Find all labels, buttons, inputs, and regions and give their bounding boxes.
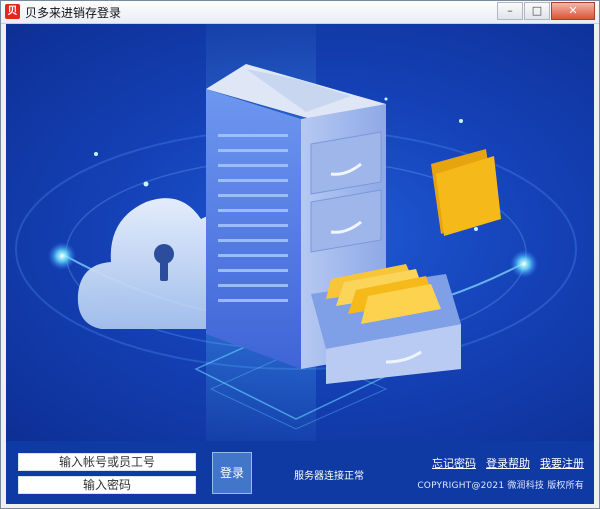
- file-drawer-icon: [311, 264, 461, 384]
- account-input[interactable]: [18, 453, 196, 471]
- minimize-button[interactable]: –: [497, 2, 523, 20]
- help-links: 忘记密码 登录帮助 我要注册: [432, 455, 584, 471]
- maximize-icon: □: [531, 4, 543, 17]
- close-icon: ✕: [568, 4, 578, 17]
- login-window: 贝 贝多来进销存登录 – □ ✕ 输入帐号或员工号 登录 服务器连接正常 忘记密…: [0, 0, 600, 509]
- hero-illustration: [6, 24, 594, 441]
- copyright-text: COPYRIGHT@2021 微润科技 版权所有: [417, 481, 584, 491]
- app-logo-icon: 贝: [5, 4, 20, 19]
- server-status-text: 服务器连接正常: [294, 471, 364, 482]
- register-link[interactable]: 我要注册: [540, 455, 584, 471]
- close-button[interactable]: ✕: [551, 2, 595, 20]
- window-controls: – □ ✕: [496, 2, 595, 20]
- login-bar: 登录 服务器连接正常 忘记密码 登录帮助 我要注册 COPYRIGHT@2021…: [6, 441, 594, 504]
- folder-icon: [431, 149, 501, 236]
- server-cloud-illustration: [15, 24, 577, 441]
- login-button[interactable]: 登录: [212, 452, 252, 494]
- title-bar: 贝 贝多来进销存登录 – □ ✕: [1, 1, 599, 24]
- password-input[interactable]: [18, 476, 196, 494]
- maximize-button[interactable]: □: [524, 2, 550, 20]
- login-help-link[interactable]: 登录帮助: [486, 455, 530, 471]
- minimize-icon: –: [507, 4, 513, 17]
- forgot-password-link[interactable]: 忘记密码: [432, 455, 476, 471]
- window-title: 贝多来进销存登录: [25, 6, 122, 20]
